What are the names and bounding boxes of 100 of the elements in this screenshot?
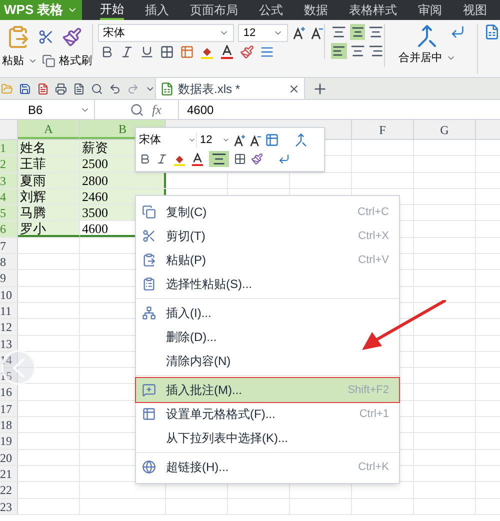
cut-icon[interactable]	[38, 29, 54, 45]
ribbon-tab[interactable]: 数据	[304, 0, 328, 20]
menu-item[interactable]: 超链接(H)... Ctrl+K	[136, 455, 399, 479]
row-header[interactable]: 9	[0, 270, 18, 286]
font-size-select[interactable]: 12	[238, 24, 288, 42]
format-painter-button[interactable]: 格式刷	[59, 52, 92, 70]
menu-item[interactable]: 粘贴(P) Ctrl+V	[136, 248, 399, 272]
menu-item[interactable]: 从下拉列表中选择(K)...	[136, 426, 399, 450]
row-header[interactable]: 3	[0, 172, 18, 188]
menu-item[interactable]: 删除(D)...	[136, 325, 399, 349]
row-header[interactable]: 8	[0, 254, 18, 270]
row-header[interactable]: 20	[0, 450, 18, 465]
copy-icon[interactable]	[42, 54, 55, 68]
menu-item-icon	[142, 253, 156, 267]
indent-icon[interactable]	[260, 45, 274, 59]
wrap-text-icon[interactable]	[450, 24, 465, 40]
app-menu-button[interactable]: WPS 表格	[0, 0, 82, 20]
row-header[interactable]: 16	[0, 384, 18, 400]
function-label[interactable]: fx	[152, 100, 172, 120]
number-format-icon[interactable]	[484, 24, 500, 40]
print-preview-icon[interactable]	[72, 82, 85, 96]
chevron-left-icon	[12, 358, 24, 378]
decrease-font-icon[interactable]	[310, 26, 324, 40]
font-select[interactable]: 宋体	[139, 132, 197, 148]
row-header[interactable]: 10	[0, 286, 18, 302]
merge-icon[interactable]	[294, 133, 308, 147]
fill-color-icon[interactable]	[200, 45, 214, 59]
table-cell: 王菲	[18, 156, 80, 172]
table-cell: 姓名	[18, 140, 80, 156]
paste-button[interactable]: 粘贴	[2, 52, 24, 70]
menu-item[interactable]: 选择性粘贴(S)...	[136, 272, 399, 296]
clear-format-icon[interactable]	[240, 45, 254, 59]
cell-style-icon[interactable]	[180, 45, 194, 59]
border-icon[interactable]	[234, 153, 246, 165]
column-header[interactable]: A	[18, 120, 80, 139]
preview-icon[interactable]	[90, 82, 103, 96]
ribbon-tab[interactable]: 审阅	[418, 0, 442, 20]
row-header[interactable]: 7	[0, 238, 18, 254]
merge-center-button[interactable]: 合并居中	[398, 50, 442, 66]
underline-icon[interactable]	[140, 45, 154, 59]
align-middle-icon[interactable]	[350, 24, 366, 40]
close-icon[interactable]	[288, 82, 300, 94]
row-header[interactable]: 18	[0, 417, 18, 432]
align-middle-icon[interactable]	[209, 151, 229, 167]
increase-font-icon[interactable]	[233, 134, 246, 146]
font-size-select[interactable]: 12	[200, 132, 230, 148]
row-header[interactable]: 19	[0, 433, 18, 449]
undo-icon[interactable]	[108, 82, 121, 96]
menu-item[interactable]: 清除内容(N)	[136, 349, 399, 373]
align-right-icon[interactable]	[368, 43, 384, 59]
row-header[interactable]: 17	[0, 400, 18, 416]
align-center-icon[interactable]	[350, 43, 366, 59]
name-box[interactable]: B6	[0, 100, 95, 119]
border-icon[interactable]	[160, 45, 174, 59]
bold-icon[interactable]	[139, 153, 151, 165]
row-header[interactable]: 13	[0, 336, 18, 351]
ribbon-tab[interactable]: 公式	[259, 0, 283, 20]
align-top-icon[interactable]	[331, 24, 347, 40]
font-select[interactable]: 宋体	[98, 24, 234, 42]
menu-item-icon	[142, 205, 156, 219]
wrap-text-icon[interactable]	[278, 153, 290, 165]
format-painter-icon[interactable]	[251, 153, 263, 165]
font-color-icon[interactable]	[220, 45, 234, 59]
decrease-font-icon[interactable]	[249, 134, 262, 146]
italic-icon[interactable]	[156, 153, 168, 165]
caret-icon[interactable]	[188, 136, 196, 144]
save-icon[interactable]	[18, 82, 31, 96]
print-icon[interactable]	[54, 82, 67, 96]
menu-item[interactable]: 插入批注(M)... Shift+F2	[136, 378, 399, 402]
row-header[interactable]: 23	[0, 498, 18, 514]
row-header[interactable]: 2	[0, 156, 18, 172]
menu-item[interactable]: 插入(I)...	[136, 301, 399, 325]
caret-icon[interactable]	[222, 136, 230, 144]
menu-item-icon	[142, 277, 156, 291]
row-header[interactable]: 11	[0, 302, 18, 318]
ribbon-tab[interactable]: 插入	[145, 0, 169, 20]
cell-style-icon[interactable]	[265, 133, 279, 147]
spreadsheet-icon	[160, 82, 174, 96]
row-header[interactable]: 6	[0, 221, 18, 237]
row-header[interactable]: 22	[0, 482, 18, 498]
bold-icon[interactable]	[100, 45, 114, 59]
row-header[interactable]: 21	[0, 466, 18, 482]
italic-icon[interactable]	[120, 45, 134, 59]
document-tab[interactable]: 数据表.xls *	[155, 78, 305, 99]
row-header[interactable]: 12	[0, 319, 18, 335]
new-tab-icon[interactable]	[312, 80, 328, 96]
font-color-icon[interactable]	[191, 152, 204, 166]
table-cell: 罗小	[18, 221, 80, 237]
increase-font-icon[interactable]	[292, 26, 306, 40]
row-header[interactable]: 5	[0, 205, 18, 220]
align-left-icon[interactable]	[331, 43, 347, 59]
align-bottom-icon[interactable]	[368, 24, 384, 40]
zoom-icon[interactable]	[130, 102, 144, 116]
menu-item[interactable]: 设置单元格格式(F)... Ctrl+1	[136, 402, 399, 426]
format-painter-icon[interactable]	[62, 27, 82, 47]
export-pdf-icon[interactable]	[36, 82, 49, 96]
ribbon-tab[interactable]: 表格样式	[349, 0, 397, 20]
formula-field[interactable]: 4600	[178, 100, 500, 119]
ribbon-tab[interactable]: 视图	[463, 0, 487, 20]
ribbon-tab[interactable]: 页面布局	[190, 0, 238, 20]
